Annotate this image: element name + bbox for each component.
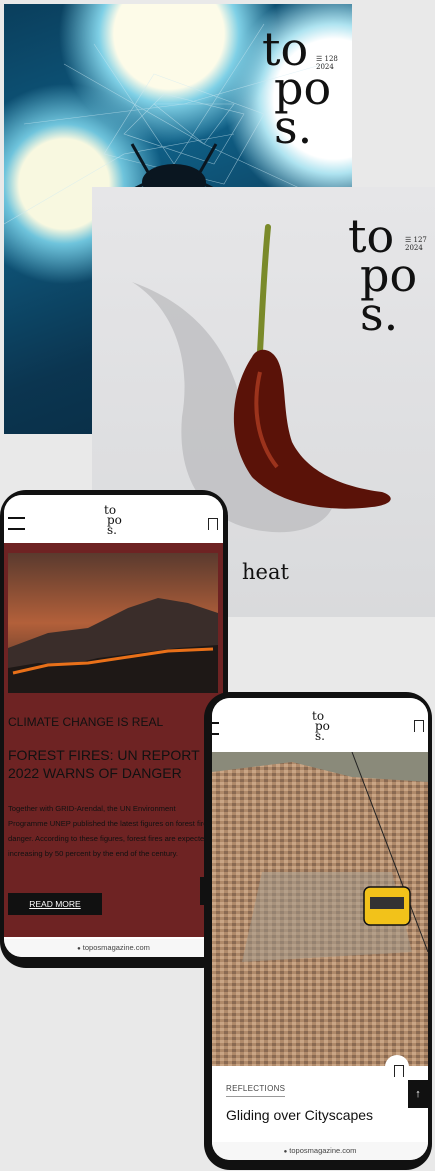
- lock-icon: ●: [283, 1149, 288, 1155]
- forest-fire-image: [8, 553, 218, 693]
- article-headline[interactable]: FOREST FIRES: UN REPORT 2022 WARNS OF DA…: [8, 746, 220, 782]
- scroll-top-icon[interactable]: ↑: [408, 1080, 428, 1108]
- topos-logo: to po s.: [348, 209, 418, 342]
- phone-mockup-2: to po s. REFLECTIONS Gliding over Citysc…: [204, 692, 432, 1170]
- article-tag: CLIMATE CHANGE IS REAL: [8, 715, 164, 729]
- menu-icon[interactable]: [212, 722, 219, 735]
- read-more-button[interactable]: READ MORE: [8, 893, 102, 915]
- phone-screen: to po s. CLIMATE CHANGE IS REAL FOREST F…: [4, 495, 223, 957]
- topos-logo[interactable]: to po s.: [104, 504, 122, 537]
- menu-icon[interactable]: [8, 517, 25, 530]
- cover-title: heat: [242, 560, 289, 584]
- site-header: to po s.: [212, 698, 428, 748]
- article-summary: Together with GRID-Arendal, the UN Envir…: [8, 804, 214, 858]
- article-title[interactable]: Gliding over Cityscapes: [226, 1107, 373, 1123]
- url-bar: ● toposmagazine.com: [212, 1142, 428, 1160]
- url-bar: ● toposmagazine.com: [4, 939, 223, 957]
- article-category[interactable]: REFLECTIONS: [226, 1084, 286, 1097]
- lock-icon: ●: [77, 946, 81, 952]
- topos-logo[interactable]: to po s.: [312, 710, 330, 743]
- phone-mockup-1: to po s. CLIMATE CHANGE IS REAL FOREST F…: [0, 490, 228, 968]
- bookmark-icon[interactable]: [208, 518, 218, 533]
- article-card[interactable]: CLIMATE CHANGE IS REAL FOREST FIRES: UN …: [4, 543, 223, 937]
- bookmark-icon[interactable]: [394, 1065, 404, 1080]
- site-header: to po s.: [4, 495, 223, 539]
- phone-screen: to po s. REFLECTIONS Gliding over Citysc…: [212, 698, 428, 1160]
- issue-number: ☰ 127 2024: [405, 236, 427, 252]
- cityscape-image: [212, 752, 428, 1066]
- bookmark-icon[interactable]: [414, 720, 424, 735]
- topos-logo: to po s.: [262, 22, 332, 155]
- issue-number: ☰ 128 2024: [316, 55, 338, 71]
